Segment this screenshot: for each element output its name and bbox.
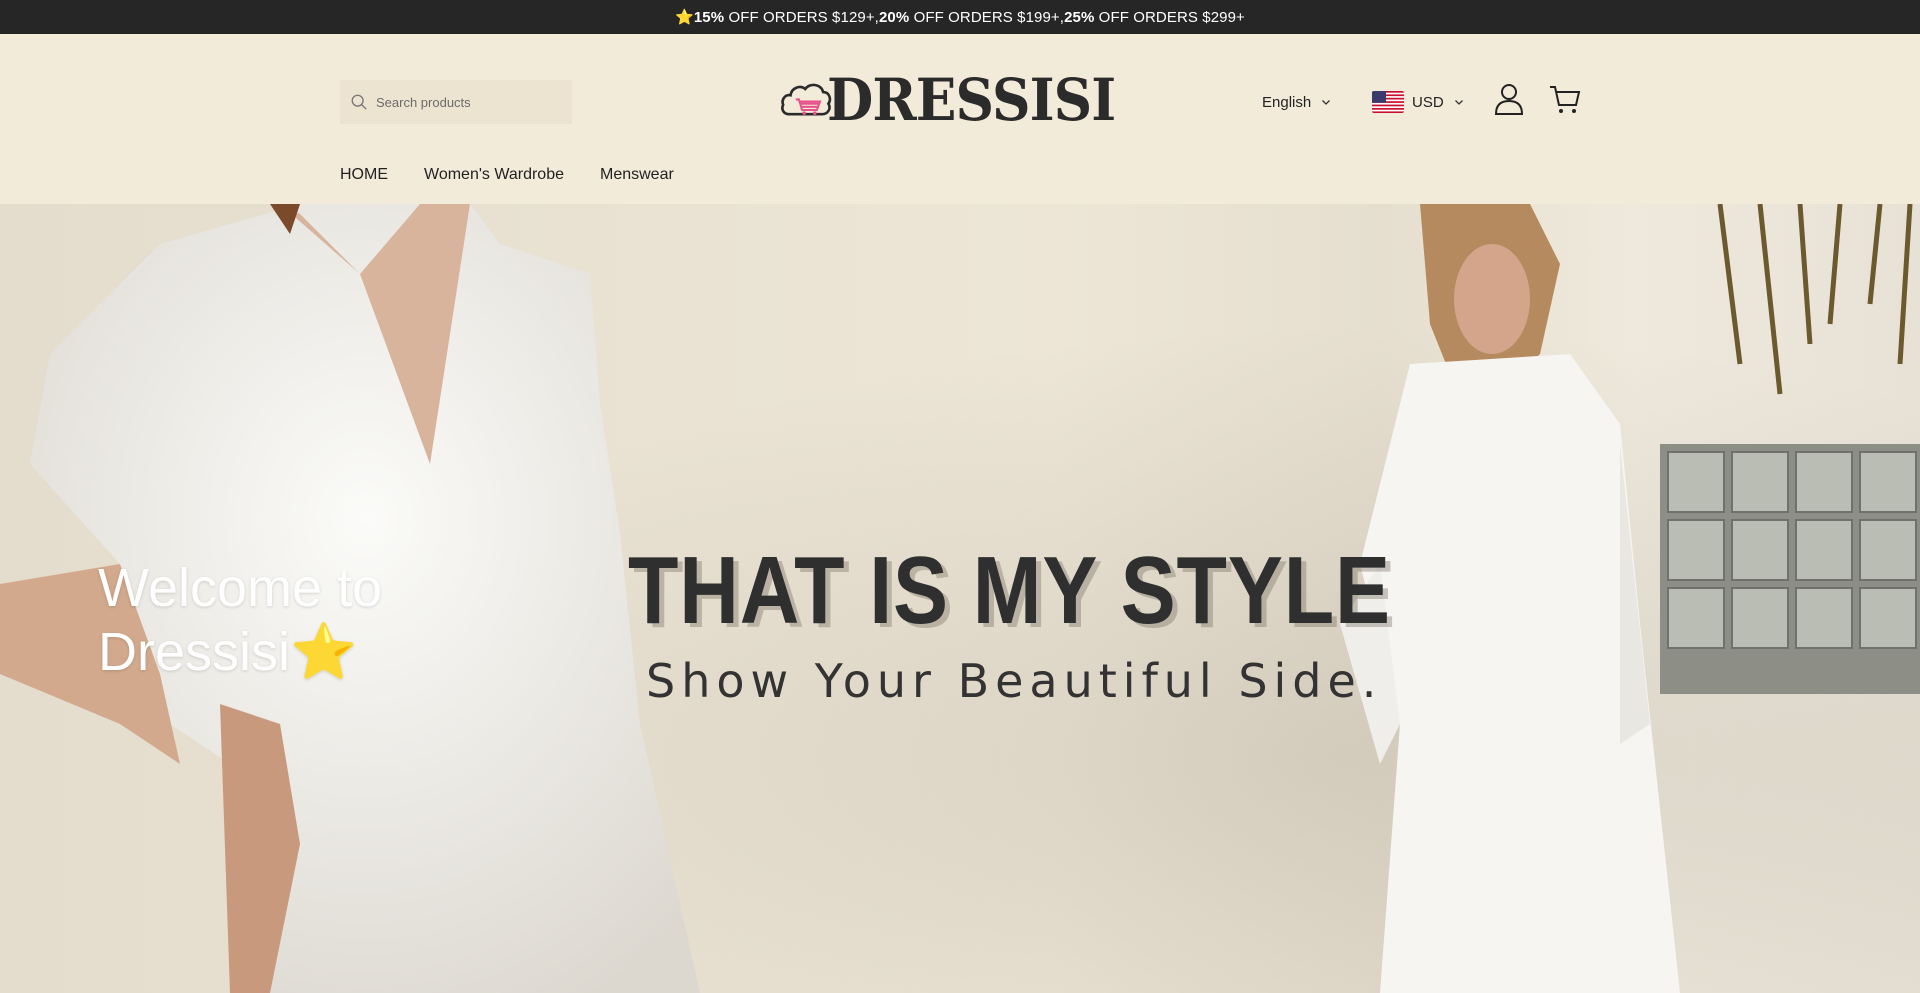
announcement-bar: ⭐ 15% OFF ORDERS $129+, 20% OFF ORDERS $… [0, 0, 1920, 34]
search-input[interactable] [376, 94, 566, 110]
hero-glass-block-window [1660, 444, 1920, 694]
nav-item-home[interactable]: HOME [340, 166, 388, 184]
offer2-text: OFF ORDERS $199+, [909, 8, 1065, 26]
language-label: English [1262, 93, 1312, 111]
offer2-percent: 20% [878, 8, 910, 26]
currency-label: USD [1412, 93, 1444, 111]
offer1-text: OFF ORDERS $129+, [724, 8, 879, 26]
site-header: DRESSISI English USD HOME Women's Wardro… [0, 34, 1920, 204]
hero-banner[interactable]: Welcome to Dressisi⭐ THAT IS MY STYLE Sh… [0, 204, 1920, 993]
language-selector[interactable]: English [1262, 84, 1331, 120]
site-logo[interactable]: DRESSISI [780, 62, 1140, 138]
logo-cart-cloud-icon [781, 83, 832, 116]
search-icon [351, 94, 367, 110]
search-box[interactable] [340, 80, 572, 124]
offer3-text: OFF ORDERS $299+ [1094, 8, 1245, 26]
cart-icon[interactable] [1548, 82, 1582, 116]
nav-item-menswear[interactable]: Menswear [600, 166, 674, 184]
hero-palm-leaves [1717, 204, 1913, 395]
chevron-down-icon [1454, 100, 1463, 105]
logo-wordmark: DRESSISI [826, 66, 1116, 134]
welcome-line-2: Dressisi⭐ [98, 622, 358, 682]
us-flag-icon [1372, 91, 1404, 113]
welcome-text: Welcome to Dressisi⭐ [98, 556, 382, 684]
offer3-percent: 25% [1064, 8, 1095, 26]
main-nav: HOME Women's Wardrobe Menswear [340, 166, 674, 184]
currency-selector[interactable]: USD [1372, 84, 1464, 120]
offer1-percent: 15% [693, 8, 725, 26]
hero-headline: THAT IS MY STYLE [628, 537, 1391, 644]
nav-item-womens-wardrobe[interactable]: Women's Wardrobe [424, 166, 564, 184]
account-icon[interactable] [1494, 82, 1524, 116]
hero-subheadline: Show Your Beautiful Side. [646, 654, 1383, 708]
announcement-star: ⭐ [675, 9, 694, 26]
welcome-line-1: Welcome to [98, 558, 383, 618]
chevron-down-icon [1322, 100, 1331, 105]
